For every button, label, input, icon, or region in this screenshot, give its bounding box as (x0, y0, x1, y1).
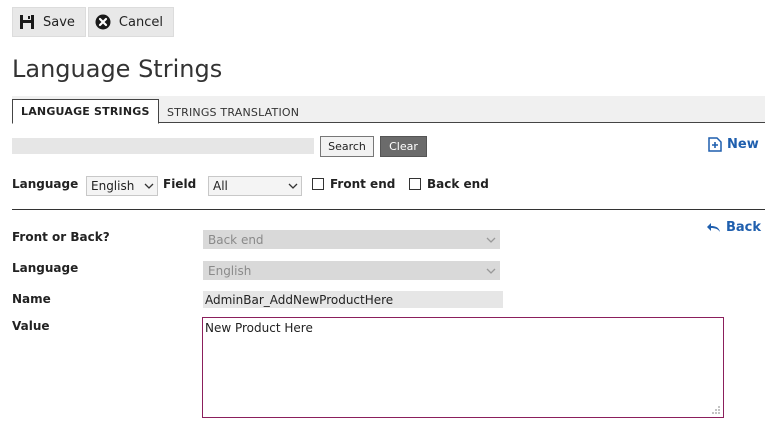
chevron-down-icon (285, 177, 301, 195)
tab-bar: LANGUAGE STRINGS STRINGS TRANSLATION (12, 96, 765, 124)
cancel-button[interactable]: Cancel (87, 7, 174, 37)
filter-field-value: All (213, 179, 228, 193)
filter-language-select[interactable]: English (86, 176, 158, 196)
chevron-down-icon (483, 262, 499, 280)
cancel-label: Cancel (118, 14, 163, 30)
page-title: Language Strings (12, 55, 223, 83)
back-end-checkbox[interactable]: Back end (409, 177, 489, 191)
divider (12, 209, 765, 210)
checkbox-box (312, 178, 324, 190)
name-field[interactable]: AdminBar_AddNewProductHere (203, 291, 503, 308)
name-label: Name (12, 292, 51, 306)
add-document-icon (708, 137, 722, 152)
front-or-back-value: Back end (208, 232, 264, 247)
back-button[interactable]: Back (706, 220, 761, 235)
form-language-select[interactable]: English (203, 261, 500, 280)
front-end-checkbox[interactable]: Front end (312, 177, 395, 191)
new-label: New (727, 137, 759, 152)
save-button[interactable]: Save (12, 7, 86, 37)
filter-field-label: Field (163, 177, 197, 191)
save-icon (20, 15, 34, 29)
front-or-back-label: Front or Back? (12, 230, 110, 244)
back-end-label: Back end (427, 177, 489, 191)
front-end-label: Front end (330, 177, 396, 191)
new-button[interactable]: New (708, 137, 759, 152)
front-or-back-select[interactable]: Back end (203, 230, 500, 249)
cancel-icon (95, 14, 111, 30)
chevron-down-icon (483, 231, 499, 249)
search-input[interactable] (12, 138, 314, 154)
tab-language-strings[interactable]: LANGUAGE STRINGS (12, 99, 159, 124)
clear-button[interactable]: Clear (380, 136, 427, 157)
back-arrow-icon (707, 223, 720, 232)
checkbox-box (409, 178, 421, 190)
search-button[interactable]: Search (320, 136, 374, 157)
form-language-label: Language (12, 261, 79, 275)
value-textarea[interactable]: New Product Here (202, 317, 724, 418)
value-label: Value (12, 319, 50, 333)
filter-field-select[interactable]: All (208, 176, 302, 196)
value-text: New Product Here (205, 321, 313, 335)
save-label: Save (43, 14, 75, 30)
filter-language-label: Language (12, 177, 79, 191)
back-label: Back (726, 220, 762, 235)
resize-grip-icon[interactable] (711, 405, 721, 415)
filter-language-value: English (91, 179, 135, 193)
chevron-down-icon (141, 177, 157, 195)
toolbar: Save Cancel (12, 7, 176, 37)
tab-strings-translation[interactable]: STRINGS TRANSLATION (159, 102, 307, 123)
form-language-value: English (208, 263, 252, 278)
